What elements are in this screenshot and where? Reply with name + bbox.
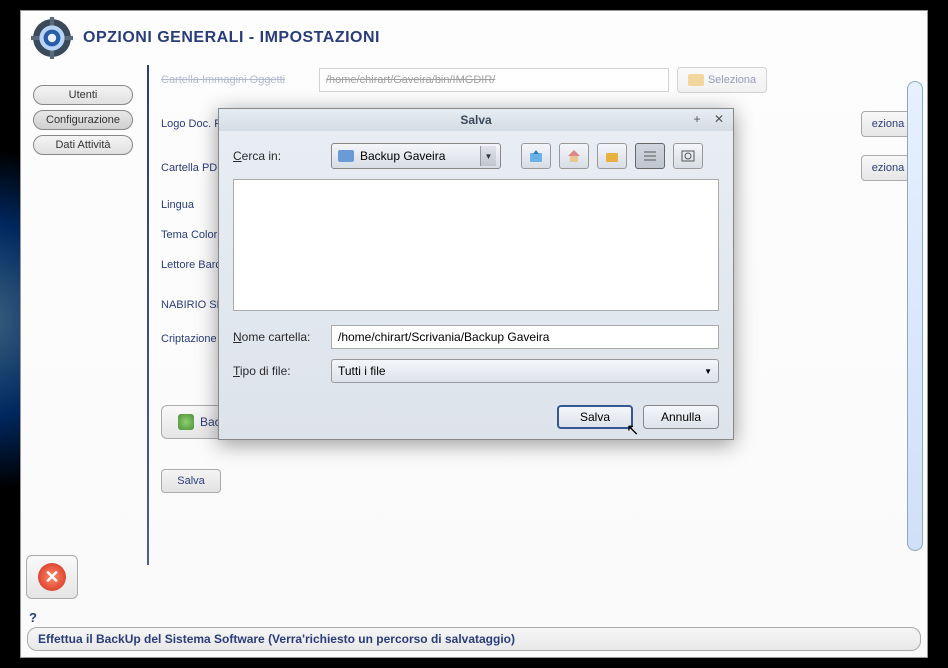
dialog-body: Cerca in: Backup Gaveira ▼ Nome cartella… <box>219 131 733 405</box>
label-img-folder: Cartella Immagini Oggetti <box>161 74 311 86</box>
detail-view-button[interactable] <box>673 143 703 169</box>
chevron-down-icon: ▼ <box>480 146 496 166</box>
save-row: Salva <box>161 469 915 493</box>
folder-combo-text: Backup Gaveira <box>360 149 445 163</box>
list-view-icon <box>643 150 657 162</box>
chevron-down-icon: ▼ <box>704 367 712 376</box>
input-img-folder[interactable] <box>319 68 669 92</box>
page-title: OPZIONI GENERALI - IMPOSTAZIONI <box>83 29 380 47</box>
dialog-close-icon[interactable]: ✕ <box>711 112 727 128</box>
label-pdf-folder: Cartella PDF <box>161 162 225 174</box>
save-dialog: Salva + ✕ Cerca in: Backup Gaveira ▼ Nom… <box>218 108 734 440</box>
label-nabirio: NABIRIO SEC <box>161 299 225 311</box>
header: OPZIONI GENERALI - IMPOSTAZIONI <box>21 11 927 65</box>
file-type-value: Tutti i file <box>338 364 386 378</box>
label-lettore: Lettore Barc <box>161 259 225 271</box>
label-file-type: Tipo di file: <box>233 364 323 378</box>
folder-icon <box>688 74 704 86</box>
dialog-title: Salva <box>460 113 491 127</box>
label-folder-name: Nome cartella: <box>233 330 323 344</box>
dialog-window-buttons: + ✕ <box>689 112 727 128</box>
dialog-cancel-button[interactable]: Annulla <box>643 405 719 429</box>
dialog-minimize-icon[interactable]: + <box>689 112 705 128</box>
btn-select-img-folder[interactable]: Seleziona <box>677 67 767 93</box>
detail-view-icon <box>681 150 695 162</box>
new-folder-button[interactable] <box>597 143 627 169</box>
up-folder-icon <box>528 149 544 163</box>
label-tema: Tema Color <box>161 229 225 241</box>
status-text: Effettua il BackUp del Sistema Software … <box>27 627 921 651</box>
backup-icon <box>178 414 194 430</box>
input-folder-name[interactable] <box>331 325 719 349</box>
dialog-footer: Salva Annulla <box>219 405 733 443</box>
tab-configurazione[interactable]: Configurazione <box>33 110 133 130</box>
close-button[interactable]: ✕ <box>26 555 78 599</box>
close-icon: ✕ <box>38 563 66 591</box>
up-folder-button[interactable] <box>521 143 551 169</box>
label-lingua: Lingua <box>161 199 225 211</box>
label-criptazione: Criptazione <box>161 333 225 345</box>
file-type-select[interactable]: Tutti i file ▼ <box>331 359 719 383</box>
help-indicator[interactable]: ? <box>29 610 921 625</box>
home-icon <box>566 149 582 163</box>
dialog-titlebar[interactable]: Salva + ✕ <box>219 109 733 131</box>
new-folder-icon <box>604 149 620 163</box>
folder-icon <box>338 150 354 162</box>
row-search-in: Cerca in: Backup Gaveira ▼ <box>233 143 719 169</box>
list-view-button[interactable] <box>635 143 665 169</box>
tab-utenti[interactable]: Utenti <box>33 85 133 105</box>
label-search-in: Cerca in: <box>233 149 323 163</box>
file-list[interactable] <box>233 179 719 311</box>
tab-dati-attivita[interactable]: Dati Attività <box>33 135 133 155</box>
save-button[interactable]: Salva <box>161 469 221 493</box>
row-img-folder: Cartella Immagini Oggetti Seleziona <box>161 67 915 93</box>
scrollbar[interactable] <box>907 81 923 551</box>
dialog-toolbar <box>521 143 703 169</box>
gear-icon <box>31 17 73 59</box>
statusbar: ? Effettua il BackUp del Sistema Softwar… <box>27 610 921 651</box>
row-file-type: Tipo di file: Tutti i file ▼ <box>233 359 719 383</box>
home-button[interactable] <box>559 143 589 169</box>
folder-combo[interactable]: Backup Gaveira ▼ <box>331 143 501 169</box>
sidebar: Utenti Configurazione Dati Attività <box>27 65 139 565</box>
row-folder-name: Nome cartella: <box>233 325 719 349</box>
label-logo-doc: Logo Doc. F <box>161 118 225 130</box>
dialog-save-button[interactable]: Salva <box>557 405 633 429</box>
